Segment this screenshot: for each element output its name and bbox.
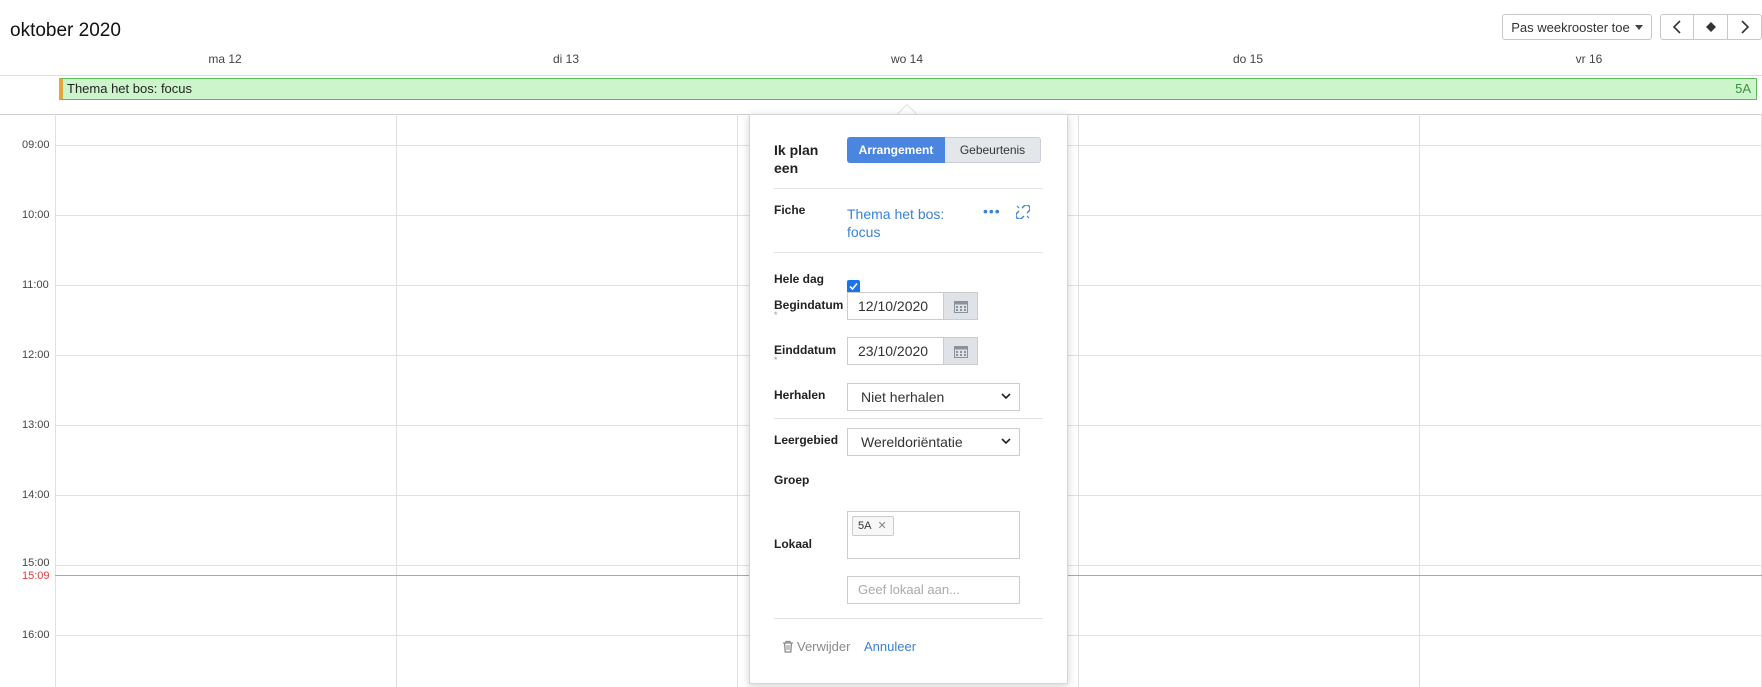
groep-tag-input[interactable]: 5A ✕ [847,511,1020,559]
einddatum-label: Einddatum * [774,343,836,365]
divider [774,252,1043,253]
time-label: 09:00 [22,139,50,151]
event-group-badge: 5A [1735,81,1751,96]
chevron-left-icon [1672,20,1681,34]
herhalen-label: Herhalen [774,388,826,402]
time-label: 12:00 [22,349,50,361]
required-marker: * [774,355,778,365]
time-label: 10:00 [22,209,50,221]
delete-label: Verwijder [797,639,851,654]
herhalen-select[interactable]: Niet herhalen [847,383,1020,411]
lokaal-input[interactable]: Geef lokaal aan... [847,576,1020,604]
required-marker: * [774,310,778,320]
einddatum-field[interactable]: 23/10/2020 [847,337,978,365]
begindatum-text: Begindatum [774,298,844,312]
remove-tag-icon[interactable]: ✕ [877,520,886,532]
event-title: Thema het bos: focus [67,81,193,96]
plan-type-toggle: Arrangement Gebeurtenis [847,137,1041,163]
type-gebeurtenis-button[interactable]: Gebeurtenis [945,137,1041,163]
herhalen-value: Niet herhalen [861,389,945,405]
delete-button[interactable]: Verwijder [782,639,850,654]
groep-label: Groep [774,473,810,487]
cancel-button[interactable]: Annuleer [864,639,916,654]
plan-type-label: Ik plan een [774,142,819,176]
divider [774,618,1043,619]
unlink-icon[interactable] [1016,205,1030,219]
day-header-thu[interactable]: do 15 [1233,52,1263,66]
time-label: 14:00 [22,489,50,501]
einddatum-value[interactable]: 23/10/2020 [848,338,943,364]
fiche-label: Fiche [774,203,806,217]
current-time-label: 15:09 [22,570,50,582]
next-week-button[interactable] [1728,14,1762,40]
chevron-down-icon [1001,438,1011,445]
begindatum-label: Begindatum * [774,298,844,320]
day-divider [396,114,397,687]
more-dots-icon[interactable]: ••• [983,203,1001,219]
diamond-icon [1705,22,1716,32]
divider [774,188,1043,189]
time-label: 13:00 [22,419,50,431]
week-schedule-label: Pas weekrooster toe [1511,19,1630,35]
trash-icon [783,640,793,653]
checkmark-icon [849,282,858,291]
all-day-event[interactable]: Thema het bos: focus 5A [59,78,1757,100]
prev-week-button[interactable] [1660,14,1694,40]
time-label: 11:00 [22,279,49,291]
event-edit-popover: Ik plan een Arrangement Gebeurtenis Fich… [749,114,1068,684]
today-button[interactable] [1694,14,1728,40]
week-schedule-dropdown[interactable]: Pas weekrooster toe [1502,14,1652,40]
einddatum-calendar-button[interactable] [943,338,977,364]
type-arrangement-button[interactable]: Arrangement [847,137,945,163]
day-divider [55,114,56,687]
hele-dag-label: Hele dag [774,272,825,286]
day-divider [1078,114,1079,687]
day-divider [1419,114,1420,687]
einddatum-text: Einddatum [774,343,836,357]
calendar-icon [953,300,968,313]
day-header-mon[interactable]: ma 12 [208,52,241,66]
begindatum-field[interactable]: 12/10/2020 [847,292,978,320]
leergebied-select[interactable]: Wereldoriëntatie [847,428,1020,456]
groep-tag-label: 5A [858,520,872,532]
day-header-wed[interactable]: wo 14 [891,52,923,66]
time-label: 16:00 [22,629,50,641]
begindatum-calendar-button[interactable] [943,293,977,319]
day-header-fri[interactable]: vr 16 [1576,52,1603,66]
page-title: oktober 2020 [10,20,121,41]
leergebied-value: Wereldoriëntatie [861,434,963,450]
leergebied-label: Leergebied [774,433,839,447]
calendar-icon [953,345,968,358]
groep-tag: 5A ✕ [852,516,894,536]
begindatum-value[interactable]: 12/10/2020 [848,293,943,319]
day-divider [737,114,738,687]
time-label: 15:00 [22,557,50,569]
chevron-right-icon [1740,20,1749,34]
day-header-tue[interactable]: di 13 [553,52,579,66]
fiche-link[interactable]: Thema het bos: focus [847,205,957,241]
lokaal-label: Lokaal [774,537,813,551]
caret-down-icon [1634,24,1643,30]
chevron-down-icon [1001,393,1011,400]
divider [774,418,1043,419]
calendar-toolbar: Pas weekrooster toe [1502,14,1762,40]
